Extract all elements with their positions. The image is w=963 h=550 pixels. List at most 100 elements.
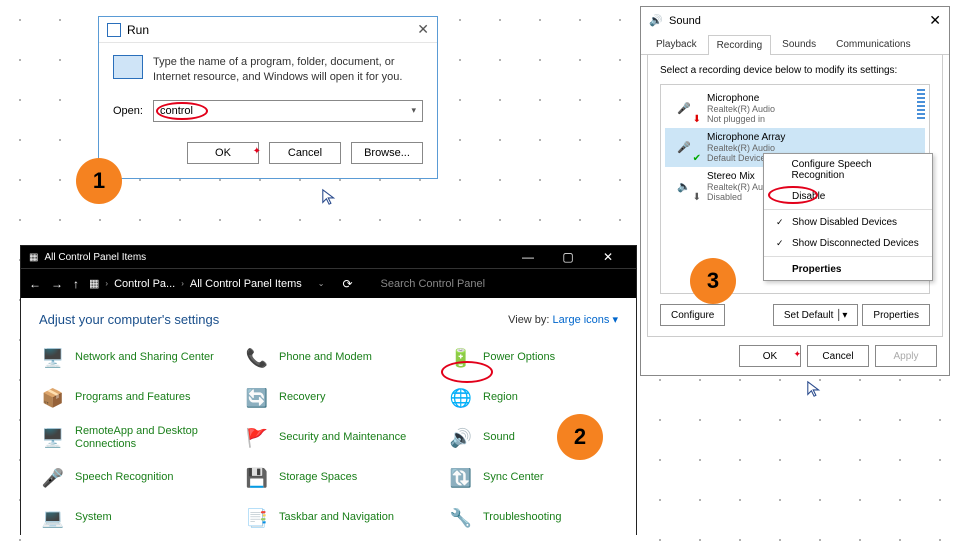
cp-item-security-and-maintenance[interactable]: 🚩Security and Maintenance [243,421,443,455]
minimize-button[interactable]: ― [508,250,548,264]
open-label: Open: [113,105,143,117]
apply-button[interactable]: Apply [875,345,937,367]
control-panel-window: ▦ All Control Panel Items ― ▢ ✕ ← → ↑ ▦ … [20,245,637,535]
run-icon [107,23,121,37]
cursor-icon [321,188,339,206]
cp-item-sync-center[interactable]: 🔃Sync Center [447,461,617,495]
run-app-icon [113,55,143,79]
cp-item-taskbar-and-navigation[interactable]: 📑 Taskbar and Navigation [243,501,443,535]
cancel-button[interactable]: Cancel [807,345,869,367]
cp-item-icon: 🖥️ [39,424,67,452]
cursor-icon [806,380,824,398]
cp-item-icon: 💻 [39,504,67,532]
close-icon[interactable]: ✕ [417,21,429,38]
ok-button[interactable]: OK ✦ [739,345,801,367]
cp-item-icon: 🔊 [447,424,475,452]
view-by: View by: Large icons ▾ [508,313,618,326]
microphone-array-icon: 🎤✔ [669,132,699,162]
cp-item-icon: 🖥️ [39,344,67,372]
cp-item-label: Taskbar and Navigation [279,511,394,524]
microphone-icon: 🎤⬇ [669,93,699,123]
up-button[interactable]: ↑ [73,277,79,291]
breadcrumb[interactable]: All Control Panel Items [190,278,302,290]
close-button[interactable]: ✕ [588,250,628,264]
back-button[interactable]: ← [29,277,41,291]
cp-item-system[interactable]: 💻System [39,501,239,535]
cp-item-network-and-sharing-center[interactable]: 🖥️ Network and Sharing Center [39,341,239,375]
cp-item-icon: 🎤 [39,464,67,492]
tab-playback[interactable]: Playback [647,34,706,54]
configure-button[interactable]: Configure [660,304,725,326]
cp-item-icon: 🔄 [243,384,271,412]
cp-item-label: Security and Maintenance [279,431,406,444]
cp-item-label: Storage Spaces [279,471,357,484]
menu-configure-speech[interactable]: Configure Speech Recognition [764,154,932,186]
cp-item-label: Sync Center [483,471,544,484]
tab-recording[interactable]: Recording [708,35,772,55]
properties-button[interactable]: Properties [862,304,930,326]
close-icon[interactable]: ✕ [929,12,941,29]
tab-communications[interactable]: Communications [827,34,919,54]
stereo-mix-icon: 🔈⬇ [669,171,699,201]
cp-item-remoteapp-and-desktop-connections[interactable]: 🖥️RemoteApp and Desktop Connections [39,421,239,455]
cp-item-icon: 📞 [243,344,271,372]
open-input[interactable]: control ▾ [153,100,423,122]
cp-item-label: Programs and Features [75,391,191,404]
cp-item-recovery[interactable]: 🔄 Recovery [243,381,443,415]
cp-item-label: Region [483,391,518,404]
cp-item-icon: 📑 [243,504,271,532]
browse-button[interactable]: Browse... [351,142,423,164]
cp-item-label: Sound [483,431,515,444]
cp-item-region[interactable]: 🌐Region [447,381,617,415]
open-input-value: control [160,105,193,117]
set-default-button[interactable]: Set Default │▾ [773,304,859,326]
cp-item-label: Power Options [483,351,555,364]
forward-button[interactable]: → [51,277,63,291]
menu-show-disconnected[interactable]: ✓Show Disconnected Devices [764,233,932,254]
device-microphone[interactable]: 🎤⬇ Microphone Realtek(R) Audio Not plugg… [665,89,925,128]
page-title: Adjust your computer's settings [39,312,219,327]
sound-titlebar: 🔊 Sound ✕ [641,7,949,34]
cp-item-label: Phone and Modem [279,351,372,364]
cp-item-speech-recognition[interactable]: 🎤 Speech Recognition [39,461,239,495]
run-message: Type the name of a program, folder, docu… [153,55,423,86]
cp-titlebar: ▦ All Control Panel Items ― ▢ ✕ [21,246,636,268]
step-badge-3: 3 [690,258,736,304]
tab-sounds[interactable]: Sounds [773,34,825,54]
level-meter [917,89,925,121]
cp-item-storage-spaces[interactable]: 💾 Storage Spaces [243,461,443,495]
cp-item-icon: 💾 [243,464,271,492]
cp-item-phone-and-modem[interactable]: 📞 Phone and Modem [243,341,443,375]
home-icon[interactable]: ▦ [89,277,99,290]
menu-show-disabled[interactable]: ✓Show Disabled Devices [764,212,932,233]
breadcrumb[interactable]: Control Pa... [114,278,175,290]
search-input[interactable]: Search Control Panel [381,278,486,290]
sound-dialog: 🔊 Sound ✕ Playback Recording Sounds Comm… [640,6,950,376]
cancel-button[interactable]: Cancel [269,142,341,164]
click-spark-icon: ✦ [253,146,261,157]
cp-item-label: Network and Sharing Center [75,351,214,364]
cp-item-icon: 🔧 [447,504,475,532]
click-spark-icon: ✦ [793,349,801,360]
cp-nav: ← → ↑ ▦ › Control Pa... › All Control Pa… [21,268,636,298]
menu-properties[interactable]: Properties [764,259,932,280]
cp-item-troubleshooting[interactable]: 🔧Troubleshooting [447,501,617,535]
sound-title: Sound [669,15,701,27]
run-dialog: Run ✕ Type the name of a program, folder… [98,16,438,179]
view-by-dropdown[interactable]: Large icons ▾ [553,314,618,326]
step-badge-1: 1 [76,158,122,204]
cp-item-power-options[interactable]: 🔋 Power Options [447,341,617,375]
ok-button[interactable]: OK ✦ [187,142,259,164]
chevron-down-icon[interactable]: ▾ [411,105,416,116]
instruction-text: Select a recording device below to modif… [660,65,930,76]
cp-item-label: Speech Recognition [75,471,173,484]
cp-window-title: All Control Panel Items [44,252,146,263]
cp-item-label: Recovery [279,391,325,404]
context-menu: Configure Speech Recognition Disable ✓Sh… [763,153,933,281]
refresh-button[interactable]: ⟳ [342,277,352,291]
cp-item-icon: 🔋 [447,344,475,372]
maximize-button[interactable]: ▢ [548,250,588,264]
run-titlebar: Run ✕ [99,17,437,43]
menu-disable[interactable]: Disable [764,186,932,207]
cp-item-programs-and-features[interactable]: 📦Programs and Features [39,381,239,415]
